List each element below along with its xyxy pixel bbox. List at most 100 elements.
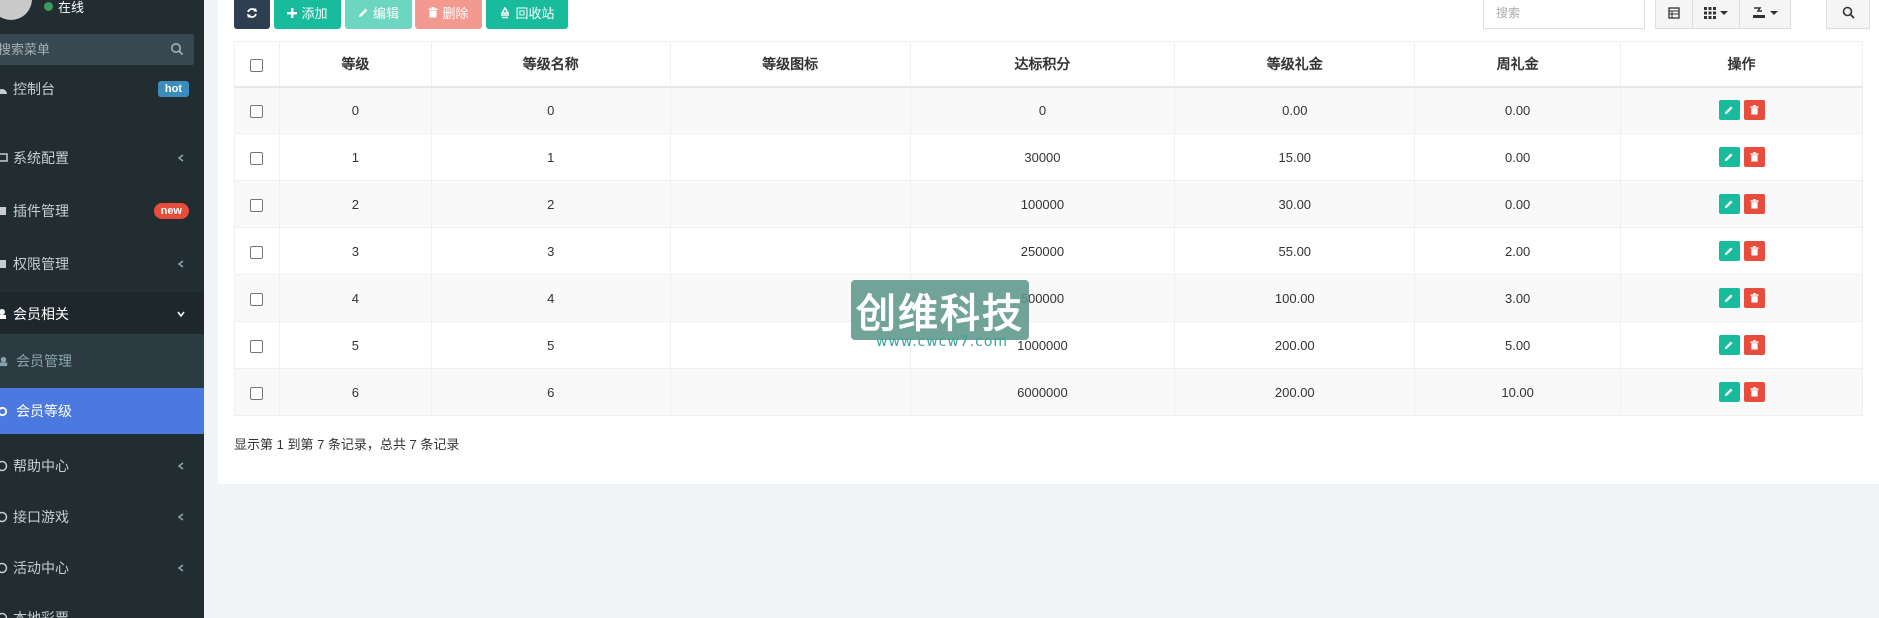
table-cell: 1 — [430, 133, 671, 181]
columns-dropdown-button[interactable] — [1692, 0, 1740, 29]
trash-icon — [1749, 293, 1759, 303]
table-row: 3 3 250000 55.00 2.00 — [234, 227, 1863, 275]
grid-icon — [1704, 6, 1716, 19]
column-header[interactable]: 周礼金 — [1414, 41, 1622, 88]
recycle-bin-button[interactable]: 回收站 — [486, 0, 568, 29]
activity-icon — [0, 562, 8, 574]
chevron-left-icon — [177, 154, 184, 162]
table-cell: 2 — [278, 180, 432, 228]
sidebar-item-help[interactable]: 帮助中心 — [0, 444, 204, 488]
table-cell: 30000 — [909, 133, 1176, 181]
online-dot-icon — [44, 2, 53, 11]
row-delete-button[interactable] — [1743, 241, 1765, 261]
dashboard-icon — [0, 89, 7, 94]
sidebar-item-member-management[interactable]: 会员管理 — [0, 338, 204, 384]
sidebar-item-permissions[interactable]: 权限管理 — [0, 242, 204, 286]
row-select-cell — [234, 86, 280, 134]
row-checkbox[interactable] — [250, 151, 264, 165]
table-cell: 6 — [430, 368, 671, 416]
row-edit-button[interactable] — [1718, 335, 1740, 355]
column-header[interactable]: 达标积分 — [909, 41, 1176, 88]
row-delete-button[interactable] — [1743, 147, 1765, 167]
row-checkbox[interactable] — [250, 339, 264, 353]
permission-icon — [0, 260, 6, 268]
table-cell: 5.00 — [1414, 321, 1622, 369]
row-edit-button[interactable] — [1718, 382, 1740, 402]
refresh-button[interactable] — [234, 0, 270, 29]
caret-down-icon — [1720, 10, 1728, 15]
row-checkbox[interactable] — [250, 386, 264, 400]
row-edit-button[interactable] — [1718, 288, 1740, 308]
row-delete-button[interactable] — [1743, 288, 1765, 308]
table-cell: 3 — [430, 227, 671, 275]
select-all-cell — [234, 41, 280, 88]
avatar[interactable] — [0, 0, 32, 20]
sidebar-item-lottery[interactable]: 本地彩票 — [0, 596, 204, 618]
chevron-down-icon — [177, 311, 185, 318]
row-delete-button[interactable] — [1743, 100, 1765, 121]
table-cell: 3.00 — [1414, 274, 1622, 322]
select-all-checkbox[interactable] — [250, 58, 264, 72]
column-header[interactable]: 等级礼金 — [1174, 41, 1416, 88]
row-edit-button[interactable] — [1718, 194, 1740, 214]
table-cell: 4 — [430, 274, 671, 322]
table-cell: 0 — [278, 86, 432, 134]
main-panel: 添加 编辑 删除 回收站 等级 等级名称 等级图标 — [218, 0, 1879, 484]
table-cell: 1 — [278, 133, 432, 181]
export-icon — [1753, 6, 1765, 18]
trash-icon — [1749, 105, 1759, 115]
sidebar-item-members[interactable]: 会员相关 — [0, 292, 204, 336]
row-edit-button[interactable] — [1718, 100, 1740, 121]
row-checkbox[interactable] — [250, 245, 264, 259]
row-checkbox[interactable] — [250, 292, 264, 306]
sidebar-item-plugins[interactable]: 插件管理 new — [0, 189, 204, 233]
advanced-search-button[interactable] — [1826, 0, 1870, 29]
hot-badge: hot — [157, 81, 189, 97]
member-level-table: 等级 等级名称 等级图标 达标积分 等级礼金 周礼金 操作 0 0 0 0.00 0.0… — [234, 41, 1863, 416]
sidebar-item-system-config[interactable]: 系统配置 — [0, 136, 204, 180]
row-delete-button[interactable] — [1743, 335, 1765, 355]
column-header[interactable]: 等级图标 — [669, 41, 911, 88]
row-select-cell — [234, 274, 280, 322]
lottery-icon — [0, 612, 8, 618]
config-icon — [0, 153, 8, 162]
plus-icon — [287, 7, 298, 18]
row-checkbox[interactable] — [250, 198, 264, 212]
sidebar-item-activities[interactable]: 活动中心 — [0, 546, 204, 590]
add-button[interactable]: 添加 — [274, 0, 341, 29]
sidebar: 在线 控制台 hot 系统配置 插件管理 new 权限管理 会员相关 会员管理 … — [0, 0, 204, 618]
export-dropdown-button[interactable] — [1739, 0, 1791, 29]
row-select-cell — [234, 321, 280, 369]
column-header[interactable]: 等级 — [278, 41, 432, 88]
table-cell: 0 — [909, 86, 1176, 134]
operation-cell — [1620, 368, 1863, 416]
watermark-logo: 创维科技 — [851, 280, 1029, 340]
sidebar-item-dashboard[interactable]: 控制台 hot — [0, 67, 204, 111]
sidebar-item-label: 本地彩票 — [13, 610, 69, 618]
sidebar-item-games[interactable]: 接口游戏 — [0, 495, 204, 539]
row-select-cell — [234, 133, 280, 181]
chevron-left-icon — [177, 513, 184, 521]
table-row: 5 5 1000000 200.00 5.00 — [234, 321, 1863, 369]
sidebar-search-input[interactable] — [0, 42, 158, 57]
toggle-view-button[interactable] — [1655, 0, 1693, 29]
search-icon[interactable] — [170, 42, 184, 56]
table-cell: 6000000 — [909, 368, 1176, 416]
row-edit-button[interactable] — [1718, 147, 1740, 167]
sidebar-item-member-level[interactable]: 会员等级 — [0, 388, 204, 434]
table-row: 6 6 6000000 200.00 10.00 — [234, 368, 1863, 416]
table-search-input[interactable] — [1483, 0, 1645, 29]
column-header[interactable]: 等级名称 — [430, 41, 671, 88]
table-cell: 0.00 — [1414, 133, 1622, 181]
row-delete-button[interactable] — [1743, 382, 1765, 402]
delete-button[interactable]: 删除 — [415, 0, 482, 29]
help-icon — [0, 460, 8, 472]
table-cell: 250000 — [909, 227, 1176, 275]
new-badge: new — [153, 203, 189, 219]
table-cell: 0.00 — [1414, 86, 1622, 134]
row-delete-button[interactable] — [1743, 194, 1765, 214]
row-edit-button[interactable] — [1718, 241, 1740, 261]
edit-button[interactable]: 编辑 — [345, 0, 412, 29]
table-header-row: 等级 等级名称 等级图标 达标积分 等级礼金 周礼金 操作 — [234, 41, 1863, 88]
row-checkbox[interactable] — [250, 104, 264, 118]
